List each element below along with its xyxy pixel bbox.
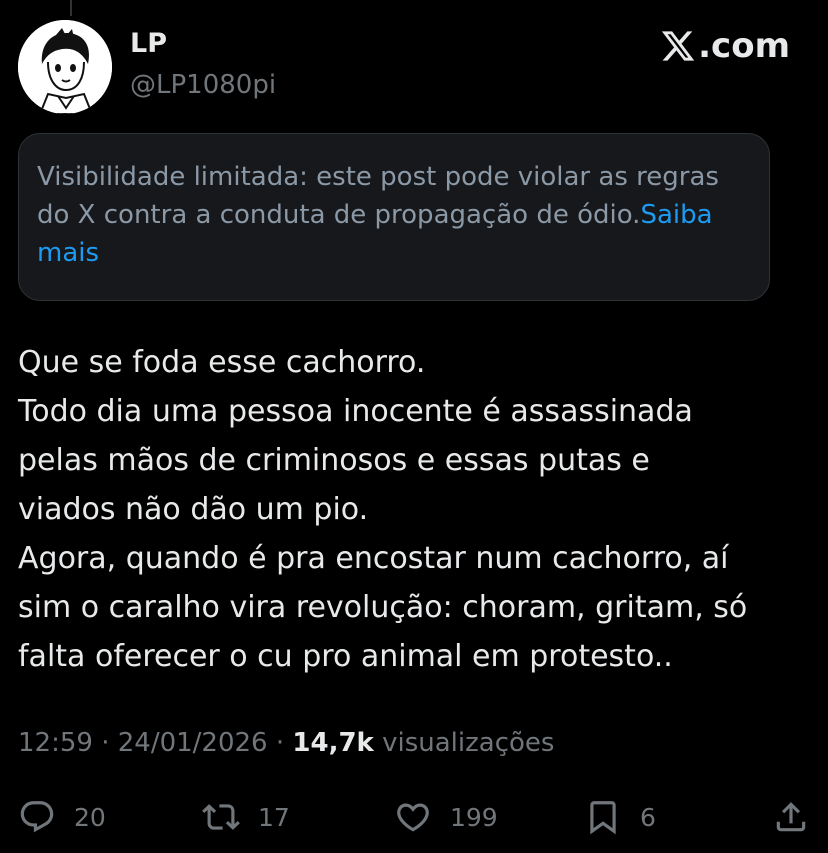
tweet-metadata: 12:59 · 24/01/2026 · 14,7k visualizações xyxy=(18,728,554,758)
meta-separator: · xyxy=(267,728,293,758)
like-button[interactable]: 199 xyxy=(394,798,498,836)
author-display-name[interactable]: LP xyxy=(130,28,167,59)
meta-separator: · xyxy=(92,728,118,758)
tweet-line: viados não dão um pio. xyxy=(18,492,369,527)
bookmark-count: 6 xyxy=(640,802,656,832)
avatar-drawing-icon xyxy=(18,20,112,114)
limited-visibility-notice: Visibilidade limitada: este post pode vi… xyxy=(18,133,770,301)
avatar[interactable] xyxy=(18,20,112,114)
post-time[interactable]: 12:59 xyxy=(18,728,93,758)
tweet-line: Todo dia uma pessoa inocente é assassina… xyxy=(18,394,693,429)
repost-icon xyxy=(202,804,240,830)
reply-button[interactable]: 20 xyxy=(18,798,106,836)
notice-text: Visibilidade limitada: este post pode vi… xyxy=(37,162,719,230)
tweet-line: sim o caralho vira revolução: choram, gr… xyxy=(18,590,748,625)
reply-count: 20 xyxy=(74,802,106,832)
reply-icon xyxy=(20,801,54,833)
tweet-line: Agora, quando é pra encostar num cachorr… xyxy=(18,541,729,576)
share-button[interactable] xyxy=(772,798,810,836)
share-icon xyxy=(776,802,806,832)
views-count[interactable]: 14,7k xyxy=(292,728,373,758)
like-count: 199 xyxy=(450,802,498,832)
repost-button[interactable]: 17 xyxy=(202,798,290,836)
x-com-wordmark: .com xyxy=(660,26,790,66)
repost-count: 17 xyxy=(258,802,290,832)
bookmark-button[interactable]: 6 xyxy=(584,798,656,836)
wordmark-text: .com xyxy=(698,26,790,66)
author-handle[interactable]: @LP1080pi xyxy=(130,70,276,100)
tweet-line: pelas mãos de criminosos e essas putas e xyxy=(18,443,650,478)
like-icon xyxy=(397,803,429,832)
post-date[interactable]: 24/01/2026 xyxy=(118,728,268,758)
views-label[interactable]: visualizações xyxy=(382,728,554,758)
x-logo-icon xyxy=(662,31,695,61)
bookmark-icon xyxy=(590,801,616,835)
tweet-text: Que se foda esse cachorro. Todo dia uma … xyxy=(18,338,808,681)
thread-connector-line xyxy=(70,0,72,16)
tweet-line: falta oferecer o cu pro animal em protes… xyxy=(18,639,673,674)
tweet-line: Que se foda esse cachorro. xyxy=(18,345,426,380)
